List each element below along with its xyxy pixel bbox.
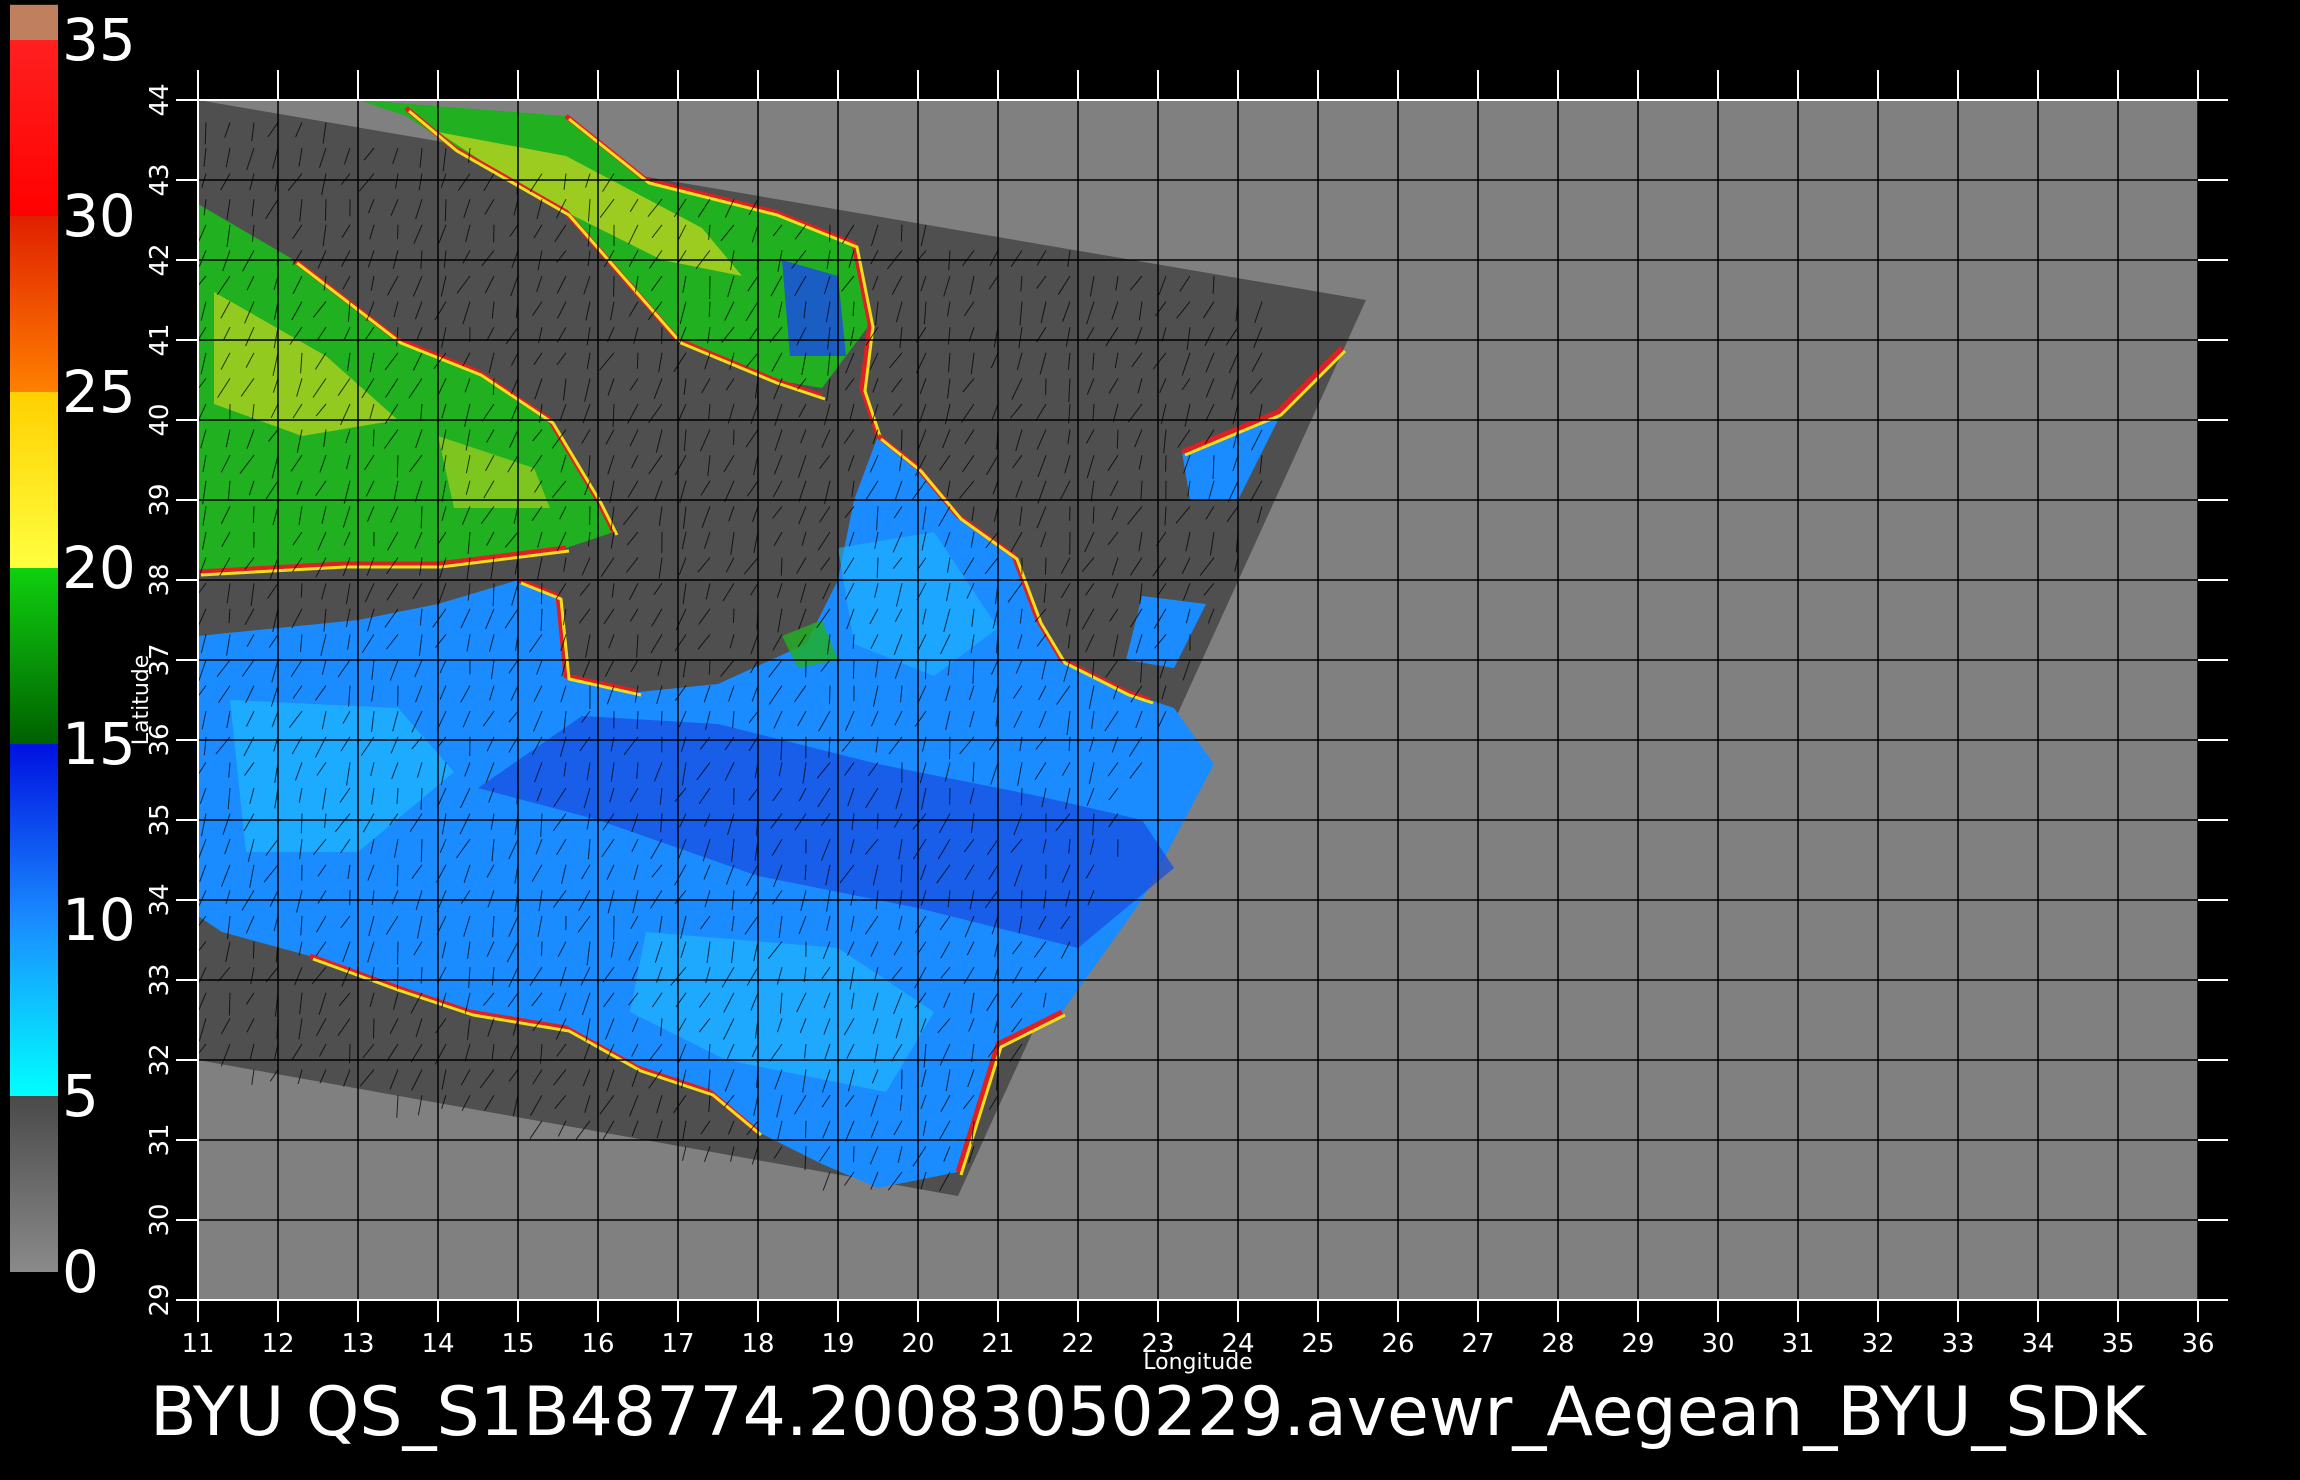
colorbar-segment <box>10 392 58 568</box>
wind-speed-map: 11 12 13 14 15 16 17 18 19 20 21 22 23 24 25 26 27 28 29 30… <box>0 0 2300 1480</box>
x-tick-label: 34 <box>2021 1329 2054 1359</box>
y-tick-label: 35 <box>145 803 175 836</box>
x-tick-label: 16 <box>581 1329 614 1359</box>
wind-vector <box>660 711 663 726</box>
wind-vector <box>636 352 639 370</box>
x-tick-label: 20 <box>901 1329 934 1359</box>
x-tick-label: 33 <box>1941 1329 1974 1359</box>
colorbar-segment <box>10 1096 58 1272</box>
caption-title: BYU QS_S1B48774.20083050229.avewr_Aegean… <box>150 1373 2148 1452</box>
x-tick-label: 14 <box>421 1329 454 1359</box>
x-tick-label: 11 <box>181 1329 214 1359</box>
wind-vector <box>372 429 375 447</box>
x-tick-label: 30 <box>1701 1329 1734 1359</box>
wind-vector <box>397 224 399 240</box>
x-tick-label: 32 <box>1861 1329 1894 1359</box>
wind-vector <box>397 941 399 965</box>
wind-vector <box>228 992 231 1016</box>
wind-vector <box>925 659 927 680</box>
wind-vector <box>780 557 783 576</box>
y-tick-label: 30 <box>145 1203 175 1236</box>
wind-vector <box>1044 557 1047 575</box>
y-tick-label: 29 <box>145 1283 175 1316</box>
colorbar: 35 30 25 20 15 10 5 0 <box>10 4 136 1306</box>
x-tick-label: 12 <box>261 1329 294 1359</box>
colorbar-label: 15 <box>62 710 136 778</box>
y-tick-label: 34 <box>145 883 175 916</box>
wind-vector <box>252 506 255 523</box>
colorbar-segment <box>10 40 58 216</box>
wind-vector <box>733 429 735 445</box>
wind-vector <box>829 685 831 705</box>
x-tick-label: 18 <box>741 1329 774 1359</box>
colorbar-label: 25 <box>62 358 136 426</box>
wind-vector <box>1020 787 1023 806</box>
colorbar-label: 5 <box>62 1062 99 1130</box>
colorbar-segment <box>10 4 58 41</box>
wind-vector <box>876 813 879 830</box>
x-tick-label: 35 <box>2101 1329 2134 1359</box>
wind-vector <box>805 1120 807 1139</box>
x-tick-label: 29 <box>1621 1329 1654 1359</box>
wind-vector <box>396 455 399 478</box>
y-tick-label: 44 <box>145 83 175 116</box>
wind-vector <box>300 583 303 598</box>
y-tick-label: 33 <box>145 963 175 996</box>
y-tick-label: 39 <box>145 483 175 516</box>
wind-vector <box>325 199 327 221</box>
wind-vector <box>541 941 543 956</box>
x-tick-label: 15 <box>501 1329 534 1359</box>
x-tick-label: 36 <box>2181 1329 2214 1359</box>
x-tick-label: 31 <box>1781 1329 1814 1359</box>
x-tick-label: 13 <box>341 1329 374 1359</box>
wind-vector <box>540 583 543 605</box>
wind-vector <box>1116 429 1119 449</box>
y-axis-title: Latitude <box>129 655 154 746</box>
wind-vector <box>373 1018 375 1039</box>
x-tick-label: 28 <box>1541 1329 1574 1359</box>
y-tick-label: 41 <box>145 323 175 356</box>
map-canvas: 11 12 13 14 15 16 17 18 19 20 21 22 23 24 25 26 27 28 29 30… <box>10 4 2228 1452</box>
wind-vector <box>900 429 903 451</box>
colorbar-segment <box>10 920 58 1096</box>
x-tick-label: 22 <box>1061 1329 1094 1359</box>
y-tick-label: 38 <box>145 563 175 596</box>
wind-vector <box>852 659 855 679</box>
x-tick-label: 21 <box>981 1329 1014 1359</box>
wind-vector <box>900 224 903 242</box>
x-tick-label: 26 <box>1381 1329 1414 1359</box>
y-tick-label: 43 <box>145 163 175 196</box>
x-axis-title: Longitude <box>1143 1350 1252 1375</box>
wind-vector <box>397 967 399 990</box>
wind-vector <box>252 941 255 959</box>
colorbar-segment <box>10 568 58 744</box>
y-tick-label: 31 <box>145 1123 175 1156</box>
colorbar-segment <box>10 744 58 920</box>
wind-vector <box>444 199 447 222</box>
x-tick-label: 17 <box>661 1329 694 1359</box>
y-tick-label: 40 <box>145 403 175 436</box>
colorbar-label: 0 <box>62 1238 99 1306</box>
colorbar-segment <box>10 216 58 392</box>
x-tick-label: 19 <box>821 1329 854 1359</box>
colorbar-label: 10 <box>62 886 136 954</box>
wind-vector <box>708 659 711 675</box>
y-tick-label: 32 <box>145 1043 175 1076</box>
colorbar-label: 35 <box>62 6 136 74</box>
y-tick-label: 42 <box>145 243 175 276</box>
x-tick-label: 25 <box>1301 1329 1334 1359</box>
wind-vector <box>853 1146 855 1163</box>
colorbar-label: 20 <box>62 534 136 602</box>
wind-vector <box>300 813 303 834</box>
wind-vector <box>492 378 495 395</box>
wind-vector <box>732 608 735 623</box>
wind-vector <box>420 839 423 863</box>
x-tick-label: 27 <box>1461 1329 1494 1359</box>
colorbar-label: 30 <box>62 182 136 250</box>
